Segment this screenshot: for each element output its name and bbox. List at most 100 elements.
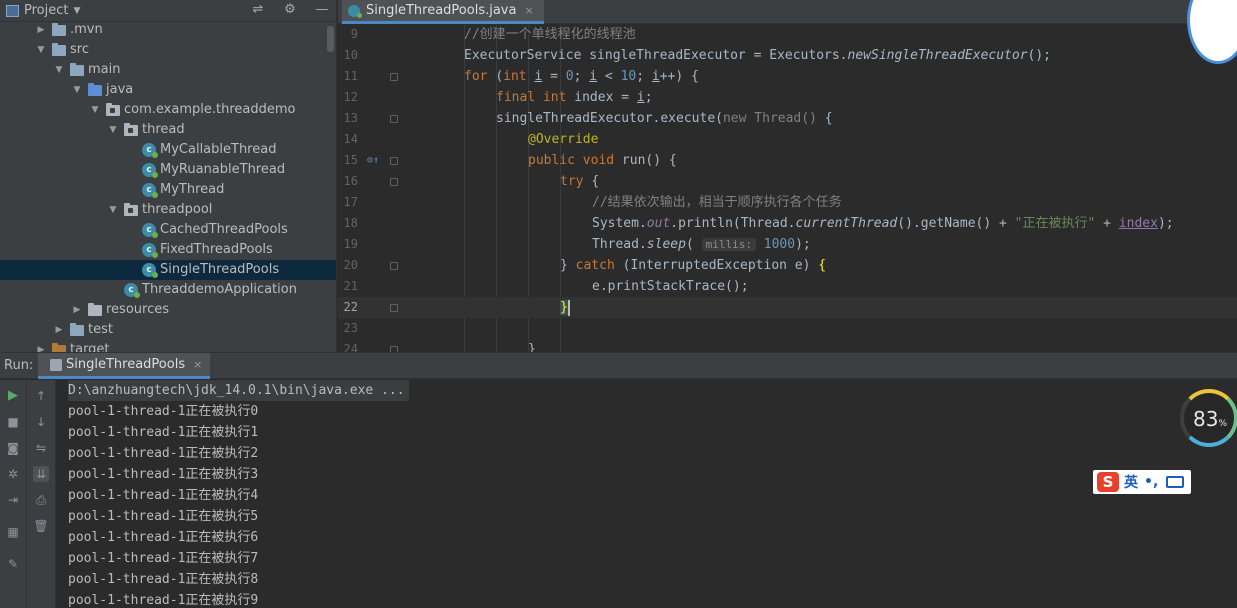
code-line[interactable]: 20} catch (InterruptedException e) { <box>338 255 1237 276</box>
code-line[interactable]: 18 System.out.println(Thread.currentThrea… <box>338 213 1237 234</box>
tree-item[interactable]: ▼ threadpool <box>0 200 336 220</box>
code-line[interactable]: 10 ExecutorService singleThreadExecutor =… <box>338 45 1237 66</box>
cpu-usage-gauge[interactable]: 83% <box>1180 389 1237 447</box>
ime-language-toggle[interactable]: 英 <box>1124 472 1138 492</box>
code-line[interactable]: 16 try { <box>338 171 1237 192</box>
ime-punctuation-toggle[interactable]: •, <box>1144 474 1158 490</box>
tree-item[interactable]: c FixedThreadPools <box>0 240 336 260</box>
code-text: try { <box>560 171 599 192</box>
code-line[interactable]: 11 for (int i = 0; i < 10; i++) { <box>338 66 1237 87</box>
code-line[interactable]: 17 //结果依次输出，相当于顺序执行各个任务 <box>338 192 1237 213</box>
chevron-down-icon[interactable]: ▼ <box>73 6 80 16</box>
code-token: 1000 <box>763 237 796 252</box>
fold-marker-icon[interactable] <box>390 115 398 123</box>
package-icon <box>124 123 138 136</box>
trash-icon[interactable]: 🗑 <box>33 518 49 534</box>
chevron-right-icon[interactable]: ▶ <box>72 300 82 320</box>
collapse-all-icon[interactable]: ⇌ <box>250 2 266 17</box>
package-icon <box>106 103 120 116</box>
tree-item[interactable]: c MyRuanableThread <box>0 160 336 180</box>
fold-marker-icon[interactable] <box>390 178 398 186</box>
ime-toolbar[interactable]: S 英 •, <box>1093 470 1191 494</box>
code-line[interactable]: 13 singleThreadExecutor.execute(new Threa… <box>338 108 1237 129</box>
java-class-icon <box>348 4 362 18</box>
editor-tab-singlethreadpools[interactable]: SingleThreadPools.java × <box>342 0 544 24</box>
chevron-down-icon[interactable]: ▼ <box>108 200 118 220</box>
code-line[interactable]: 23 <box>338 318 1237 339</box>
rerun-icon[interactable]: ▶ <box>5 388 21 404</box>
code-token: (); <box>1027 48 1052 63</box>
console-output[interactable]: D:\anzhuangtech\jdk_14.0.1\bin\java.exe … <box>56 380 1237 608</box>
hide-panel-icon[interactable]: — <box>314 2 330 17</box>
code-token: ExecutorService singleThreadExecutor = E… <box>464 48 848 63</box>
arrow-down-icon[interactable]: ↓ <box>33 414 49 430</box>
fold-marker-icon[interactable] <box>390 73 398 81</box>
chevron-down-icon[interactable]: ▼ <box>72 80 82 100</box>
sogou-logo-icon[interactable]: S <box>1097 472 1119 492</box>
tree-item[interactable]: ▶ .mvn <box>0 20 336 40</box>
camera-icon[interactable]: ◙ <box>5 440 21 456</box>
chevron-right-icon[interactable]: ▶ <box>36 340 46 352</box>
line-number: 20 <box>343 258 358 272</box>
chevron-down-icon[interactable]: ▼ <box>54 60 64 80</box>
close-icon[interactable]: × <box>524 4 533 17</box>
close-icon[interactable]: × <box>193 358 202 371</box>
tree-item[interactable]: ▼ thread <box>0 120 336 140</box>
code-line[interactable]: 19 Thread.sleep( millis: 1000); <box>338 234 1237 255</box>
tree-item[interactable]: ▶ test <box>0 320 336 340</box>
soft-wrap-icon[interactable]: ⇋ <box>33 440 49 456</box>
fold-marker-icon[interactable] <box>390 157 398 165</box>
bug-icon[interactable]: ✲ <box>5 466 21 482</box>
chevron-right-icon[interactable]: ▶ <box>36 20 46 40</box>
code-text: ExecutorService singleThreadExecutor = E… <box>464 45 1051 66</box>
stop-icon[interactable]: ■ <box>5 414 21 430</box>
java-class-icon: c <box>142 163 158 178</box>
tree-item[interactable]: c CachedThreadPools <box>0 220 336 240</box>
code-token: ); <box>795 237 811 252</box>
project-scrollbar[interactable] <box>327 26 334 52</box>
tree-item[interactable]: ▼ java <box>0 80 336 100</box>
pin-icon[interactable]: ✎ <box>5 556 21 572</box>
code-text: e.printStackTrace(); <box>592 276 749 297</box>
project-panel-title[interactable]: Project <box>24 3 68 18</box>
project-icon <box>6 4 19 17</box>
tree-item-label: MyThread <box>160 182 225 197</box>
code-line[interactable]: 12 final int index = i; <box>338 87 1237 108</box>
chevron-right-icon[interactable]: ▶ <box>54 320 64 340</box>
layout-icon[interactable]: ▦ <box>5 524 21 540</box>
tree-item[interactable]: ▶ target <box>0 340 336 352</box>
scroll-to-end-icon[interactable]: ⇊ <box>33 466 49 482</box>
fold-marker-icon[interactable] <box>390 304 398 312</box>
override-marker-icon[interactable]: ⊙↑ <box>367 150 379 171</box>
code-line[interactable]: 22} <box>338 297 1237 318</box>
code-line[interactable]: 9 //创建一个单线程化的线程池 <box>338 24 1237 45</box>
code-line[interactable]: 24} <box>338 339 1237 352</box>
code-line[interactable]: 21 e.printStackTrace(); <box>338 276 1237 297</box>
tree-item[interactable]: c MyCallableThread <box>0 140 336 160</box>
tree-item[interactable]: ▼ com.example.threaddemo <box>0 100 336 120</box>
editor-tab-label: SingleThreadPools.java <box>366 3 517 18</box>
tree-item[interactable]: c ThreaddemoApplication <box>0 280 336 300</box>
gear-icon[interactable]: ⚙ <box>282 2 298 17</box>
fold-marker-icon[interactable] <box>390 262 398 270</box>
chevron-down-icon[interactable]: ▼ <box>108 120 118 140</box>
chevron-down-icon[interactable]: ▼ <box>90 100 100 120</box>
exit-icon[interactable]: ⇥ <box>5 492 21 508</box>
arrow-up-icon[interactable]: ↑ <box>33 388 49 404</box>
tree-item[interactable]: ▼ main <box>0 60 336 80</box>
run-tab-singlethreadpools[interactable]: SingleThreadPools × <box>38 353 211 379</box>
code-token: } <box>560 258 576 273</box>
tree-item[interactable]: c MyThread <box>0 180 336 200</box>
print-icon[interactable]: ⎙ <box>33 492 49 508</box>
tree-item[interactable]: ▶ resources <box>0 300 336 320</box>
java-class-icon: c <box>142 183 158 198</box>
tree-item[interactable]: c SingleThreadPools <box>0 260 336 280</box>
code-line[interactable]: 15 ⊙↑ public void run() { <box>338 150 1237 171</box>
keyboard-icon[interactable] <box>1166 476 1185 488</box>
code-token: @Override <box>528 132 599 147</box>
code-line[interactable]: 14 @Override <box>338 129 1237 150</box>
code-text: public void run() { <box>528 150 677 171</box>
chevron-down-icon[interactable]: ▼ <box>36 40 46 60</box>
code-area[interactable]: 9 //创建一个单线程化的线程池 10 ExecutorService singleT… <box>338 25 1237 352</box>
tree-item[interactable]: ▼ src <box>0 40 336 60</box>
